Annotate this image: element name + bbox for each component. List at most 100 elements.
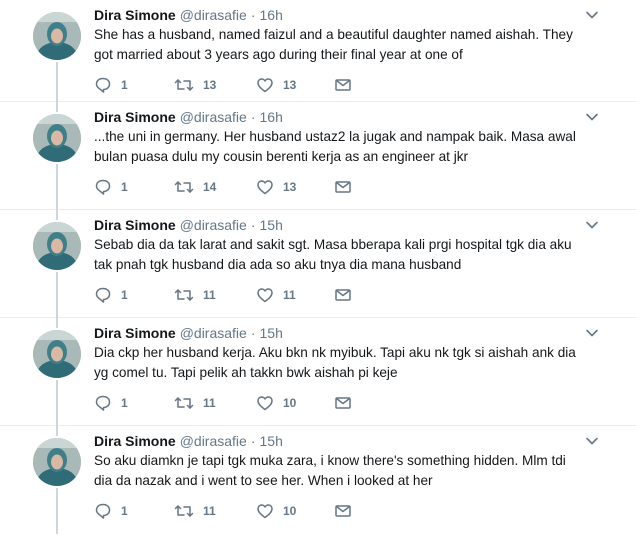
- author-handle[interactable]: @dirasafie: [180, 217, 247, 233]
- avatar[interactable]: [33, 114, 81, 162]
- chevron-down-icon[interactable]: [585, 8, 599, 22]
- tweet[interactable]: Dira Simone @dirasafie · 15h Dia ckp her hu…: [0, 318, 636, 426]
- author-name[interactable]: Dira Simone: [94, 109, 176, 125]
- chevron-down-icon[interactable]: [585, 326, 599, 340]
- envelope-icon: [335, 397, 351, 409]
- separator-dot: ·: [250, 433, 256, 449]
- heart-icon: [257, 504, 273, 519]
- author-handle[interactable]: @dirasafie: [180, 433, 247, 449]
- avatar[interactable]: [33, 222, 81, 270]
- reply-count: 1: [121, 78, 128, 92]
- tweet-actions: 1 13 13: [94, 75, 374, 95]
- author-name[interactable]: Dira Simone: [94, 433, 176, 449]
- tweet-thread: Dira Simone @dirasafie · 16h She has a husb…: [0, 0, 636, 535]
- retweet-icon: [174, 505, 194, 517]
- retweet-button[interactable]: 11: [174, 501, 216, 521]
- thread-connector-line: [56, 380, 58, 426]
- direct-message-button[interactable]: [334, 285, 352, 305]
- author-handle[interactable]: @dirasafie: [180, 109, 247, 125]
- thread-connector-line: [56, 488, 58, 534]
- chevron-down-icon[interactable]: [585, 110, 599, 124]
- tweet-header: Dira Simone @dirasafie · 15h: [94, 216, 283, 234]
- tweet-text: So aku diamkn je tapi tgk muka zara, i k…: [94, 453, 566, 488]
- reply-button[interactable]: 1: [94, 285, 128, 305]
- reply-button[interactable]: 1: [94, 177, 128, 197]
- reply-icon: [95, 179, 111, 195]
- tweet[interactable]: Dira Simone @dirasafie · 16h She has a husb…: [0, 0, 636, 102]
- retweet-count: 11: [203, 288, 216, 302]
- thread-connector-line: [56, 426, 58, 436]
- like-button[interactable]: 13: [256, 177, 296, 197]
- heart-icon: [257, 78, 273, 93]
- author-name[interactable]: Dira Simone: [94, 217, 176, 233]
- tweet-header: Dira Simone @dirasafie · 16h: [94, 108, 283, 126]
- tweet-header: Dira Simone @dirasafie · 15h: [94, 432, 283, 450]
- tweet-timestamp[interactable]: 15h: [260, 325, 283, 341]
- like-count: 10: [283, 396, 297, 410]
- like-count: 10: [283, 504, 297, 518]
- author-handle[interactable]: @dirasafie: [180, 7, 247, 23]
- like-button[interactable]: 11: [256, 285, 296, 305]
- author-handle[interactable]: @dirasafie: [180, 325, 247, 341]
- envelope-icon: [335, 289, 351, 301]
- heart-icon: [257, 396, 273, 411]
- tweet[interactable]: Dira Simone @dirasafie · 16h ...the uni in …: [0, 102, 636, 210]
- tweet-text: She has a husband, named faizul and a be…: [94, 27, 573, 62]
- reply-button[interactable]: 1: [94, 393, 128, 413]
- like-button[interactable]: 10: [256, 501, 296, 521]
- like-count: 13: [283, 180, 297, 194]
- avatar[interactable]: [33, 330, 81, 378]
- retweet-icon: [174, 79, 194, 91]
- retweet-button[interactable]: 14: [174, 177, 216, 197]
- reply-icon: [95, 395, 111, 411]
- like-button[interactable]: 13: [256, 75, 296, 95]
- envelope-icon: [335, 505, 351, 517]
- tweet-timestamp[interactable]: 16h: [260, 109, 283, 125]
- tweet[interactable]: Dira Simone @dirasafie · 15h So aku diamkn …: [0, 426, 636, 534]
- separator-dot: ·: [250, 7, 256, 23]
- retweet-button[interactable]: 11: [174, 393, 216, 413]
- avatar[interactable]: [33, 12, 81, 60]
- tweet-header: Dira Simone @dirasafie · 15h: [94, 324, 283, 342]
- tweet-timestamp[interactable]: 15h: [260, 433, 283, 449]
- separator-dot: ·: [250, 325, 256, 341]
- retweet-button[interactable]: 11: [174, 285, 216, 305]
- avatar[interactable]: [33, 438, 81, 486]
- thread-connector-line: [56, 210, 58, 220]
- reply-button[interactable]: 1: [94, 501, 128, 521]
- direct-message-button[interactable]: [334, 75, 352, 95]
- reply-button[interactable]: 1: [94, 75, 128, 95]
- tweet-timestamp[interactable]: 16h: [260, 7, 283, 23]
- retweet-icon: [174, 289, 194, 301]
- reply-icon: [95, 503, 111, 519]
- tweet-text: Dia ckp her husband kerja. Aku bkn nk my…: [94, 345, 576, 380]
- envelope-icon: [335, 79, 351, 91]
- direct-message-button[interactable]: [334, 177, 352, 197]
- separator-dot: ·: [250, 109, 256, 125]
- thread-connector-line: [56, 272, 58, 318]
- envelope-icon: [335, 181, 351, 193]
- retweet-count: 11: [203, 396, 216, 410]
- direct-message-button[interactable]: [334, 501, 352, 521]
- tweet-timestamp[interactable]: 15h: [260, 217, 283, 233]
- author-name[interactable]: Dira Simone: [94, 325, 176, 341]
- retweet-count: 11: [203, 504, 216, 518]
- thread-connector-line: [56, 102, 58, 112]
- reply-count: 1: [121, 180, 128, 194]
- chevron-down-icon[interactable]: [585, 218, 599, 232]
- retweet-count: 13: [203, 78, 217, 92]
- reply-icon: [95, 287, 111, 303]
- tweet-actions: 1 14 13: [94, 177, 374, 197]
- retweet-count: 14: [203, 180, 217, 194]
- reply-count: 1: [121, 396, 128, 410]
- chevron-down-icon[interactable]: [585, 434, 599, 448]
- tweet-actions: 1 11 10: [94, 501, 374, 521]
- author-name[interactable]: Dira Simone: [94, 7, 176, 23]
- tweet-actions: 1 11 10: [94, 393, 374, 413]
- tweet[interactable]: Dira Simone @dirasafie · 15h Sebab dia da t…: [0, 210, 636, 318]
- direct-message-button[interactable]: [334, 393, 352, 413]
- retweet-button[interactable]: 13: [174, 75, 216, 95]
- reply-count: 1: [121, 288, 128, 302]
- separator-dot: ·: [250, 217, 256, 233]
- like-button[interactable]: 10: [256, 393, 296, 413]
